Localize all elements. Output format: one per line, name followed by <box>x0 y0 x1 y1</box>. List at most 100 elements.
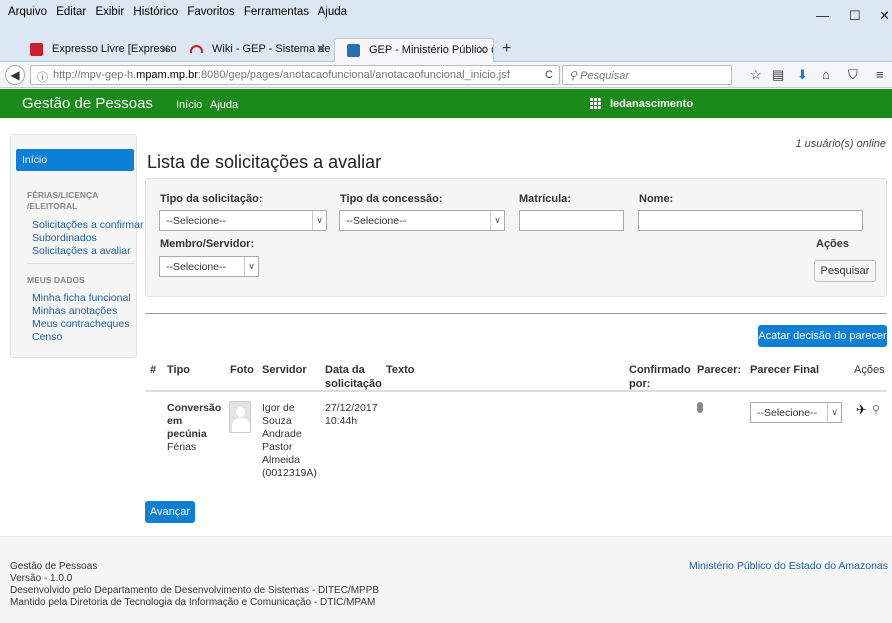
servidor-line: Igor de <box>262 402 295 414</box>
tipo-solicitacao-label: Tipo da solicitação: <box>160 193 263 205</box>
tab-gep[interactable]: GEP - Ministério Público d... ✕ <box>334 38 494 62</box>
send-plane-icon[interactable]: ✈ <box>856 403 867 416</box>
chevron-down-icon: ∨ <box>490 211 504 230</box>
pocket-icon[interactable]: ⛉ <box>848 67 858 83</box>
avatar-body <box>232 418 250 432</box>
search-view-icon[interactable]: ⚲ <box>872 404 880 417</box>
page-title: Lista de solicitações a avaliar <box>147 152 382 172</box>
apps-grid-icon[interactable] <box>590 98 602 110</box>
filter-panel: Tipo da solicitação: --Selecione-- ∨ Tip… <box>145 178 887 297</box>
browser-search-input[interactable]: ⚲ Pesquisar <box>562 65 732 85</box>
section-head-line: FÉRIAS/LICENÇA <box>27 190 99 200</box>
browser-navbar: ◀ ⓘ http://mpv-gep-h.mpam.mp.br:8080/gep… <box>0 62 892 88</box>
footer-line: Mantido pela Diretoria de Tecnologia da … <box>10 597 376 608</box>
col-data-solicitacao: Data da solicitação <box>325 363 382 391</box>
select-value: --Selecione-- <box>166 261 227 273</box>
nav-inicio[interactable]: Início <box>176 99 202 111</box>
app-header: Gestão de Pessoas Início Ajuda ledanasci… <box>0 89 892 118</box>
hamburger-menu-icon[interactable]: ≡ <box>876 67 884 82</box>
app-brand[interactable]: Gestão de Pessoas <box>22 95 153 112</box>
tipo-line: em <box>167 415 183 427</box>
sidebar-divider <box>27 263 135 264</box>
sidebar-item-anotacoes[interactable]: Minhas anotações <box>32 305 117 317</box>
menu-editar[interactable]: Editar <box>56 6 86 18</box>
download-icon[interactable]: ⬇ <box>797 67 808 83</box>
sidebar-item-ficha-funcional[interactable]: Minha ficha funcional <box>32 292 131 304</box>
parecer-final-select[interactable]: --Selecione-- ∨ <box>750 402 842 423</box>
nome-input[interactable] <box>638 210 863 231</box>
browser-menubar: Arquivo Editar Exibir Histórico Favorito… <box>0 0 892 36</box>
row-subtipo: Férias <box>167 441 197 453</box>
menu-favoritos[interactable]: Favoritos <box>187 6 234 18</box>
footer-org-link[interactable]: Ministério Público do Estado do Amazonas <box>689 560 888 572</box>
menu-historico[interactable]: Histórico <box>133 6 178 18</box>
tab-wiki[interactable]: Wiki - GEP - Sistema de G... ✕ <box>178 38 332 62</box>
bookmark-star-icon[interactable]: ☆ <box>750 67 762 83</box>
home-icon[interactable]: ⌂ <box>822 67 830 82</box>
tab-close-icon[interactable]: ✕ <box>160 42 170 56</box>
tipo-solicitacao-select[interactable]: --Selecione-- ∨ <box>159 210 327 231</box>
membro-servidor-label: Membro/Servidor: <box>160 238 255 250</box>
minimize-button[interactable]: — <box>816 8 829 23</box>
back-arrow-icon[interactable]: ◀ <box>5 65 25 85</box>
reading-list-icon[interactable]: ▤ <box>772 67 784 83</box>
maximize-button[interactable]: ☐ <box>849 8 861 24</box>
sidebar-item-subordinados[interactable]: Subordinados <box>32 232 97 244</box>
servidor-line: Andrade <box>262 428 302 440</box>
matricula-label: Matrícula: <box>519 193 571 205</box>
membro-servidor-select[interactable]: --Selecione-- ∨ <box>159 256 259 277</box>
url-prefix: http://mpv-gep-h. <box>53 69 137 81</box>
col-acoes: Ações <box>854 364 885 376</box>
tipo-line: pecúnia <box>167 428 207 440</box>
avancar-button[interactable]: Avançar <box>145 501 195 523</box>
matricula-input[interactable] <box>519 210 624 231</box>
sidebar-item-contracheques[interactable]: Meus contracheques <box>32 318 129 330</box>
tab-expresso[interactable]: Expresso Livre [Expresso M... ✕ <box>18 38 176 62</box>
user-menu[interactable]: ledanascimento <box>610 98 693 110</box>
tab-close-icon[interactable]: ✕ <box>477 43 487 57</box>
footer-line: Desenvolvido pelo Departamento de Desenv… <box>10 585 380 596</box>
tipo-line: Conversão <box>167 402 222 414</box>
tab-close-icon[interactable]: ✕ <box>316 42 326 56</box>
avatar <box>229 401 251 433</box>
menu-arquivo[interactable]: Arquivo <box>8 6 47 18</box>
col-texto: Texto <box>386 364 415 376</box>
address-bar[interactable]: ⓘ http://mpv-gep-h.mpam.mp.br:8080/gep/p… <box>30 65 560 85</box>
reload-icon[interactable]: C <box>545 69 553 81</box>
col-confirmado-por: Confirmado por: <box>629 363 691 391</box>
acoes-label: Ações <box>816 238 850 250</box>
menu-ajuda[interactable]: Ajuda <box>318 6 347 18</box>
sidebar-item-inicio[interactable]: Início <box>16 149 134 171</box>
url-suffix: :8080/gep/pages/anotacaofuncional/anotac… <box>197 69 510 81</box>
col-parecer-final: Parecer Final <box>750 364 820 376</box>
col-foto: Foto <box>230 364 254 376</box>
info-icon[interactable]: ⓘ <box>37 69 48 84</box>
tipo-concessao-label: Tipo da concessão: <box>340 193 443 205</box>
tipo-concessao-select[interactable]: --Selecione-- ∨ <box>339 210 505 231</box>
close-window-button[interactable]: ✕ <box>879 8 890 24</box>
new-tab-button[interactable]: + <box>502 40 511 58</box>
col-line: solicitação <box>325 378 382 390</box>
select-value: --Selecione-- <box>346 215 407 227</box>
table-header: # Tipo Foto Servidor Data da solicitação… <box>145 355 887 392</box>
col-tipo: Tipo <box>167 364 191 376</box>
footer: Gestão de Pessoas Versão - 1.0.0 Desenvo… <box>0 536 892 623</box>
acatar-decisao-button[interactable]: Acatar decisão do parecer <box>758 325 887 347</box>
sidebar-section-ferias: FÉRIAS/LICENÇA /ELEITORAL <box>27 190 98 212</box>
gep-favicon-icon <box>347 44 360 57</box>
sidebar-item-censo[interactable]: Censo <box>32 331 62 343</box>
select-value: --Selecione-- <box>166 215 227 227</box>
sidebar-item-solicitacoes-confirmar[interactable]: Solicitações a confirmar <box>32 219 143 231</box>
section-head-line: /ELEITORAL <box>27 201 78 211</box>
sidebar-section-meus-dados: MEUS DADOS <box>27 275 85 285</box>
nav-ajuda[interactable]: Ajuda <box>210 99 238 111</box>
pesquisar-button[interactable]: Pesquisar <box>814 260 876 282</box>
servidor-line: Pastor <box>262 441 293 453</box>
sidebar: Início FÉRIAS/LICENÇA /ELEITORAL Solicit… <box>10 134 143 358</box>
data-line: 10:44h <box>325 415 358 427</box>
chevron-down-icon: ∨ <box>312 211 326 230</box>
sidebar-item-solicitacoes-avaliar[interactable]: Solicitações a avaliar <box>32 245 131 257</box>
menu-ferramentas[interactable]: Ferramentas <box>244 6 309 18</box>
menu-exibir[interactable]: Exibir <box>95 6 124 18</box>
footer-line: Versão - 1.0.0 <box>10 573 73 584</box>
